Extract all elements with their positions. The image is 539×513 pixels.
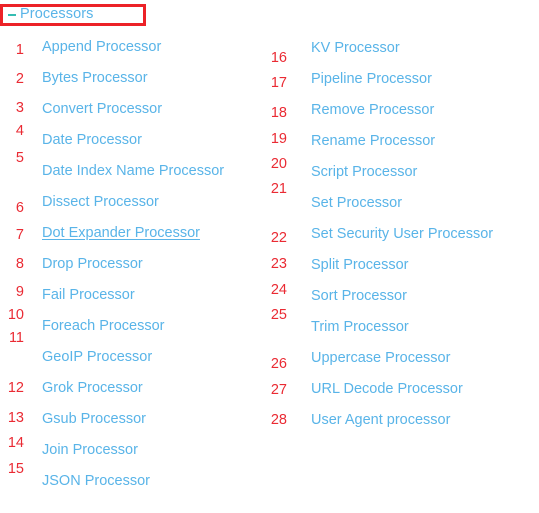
processor-link[interactable]: User Agent processor <box>311 413 450 428</box>
processor-link[interactable]: Sort Processor <box>311 289 407 304</box>
processor-link[interactable]: Set Processor <box>311 196 402 211</box>
list-item-number: 1 <box>15 42 24 58</box>
list-item-number: 26 <box>270 356 287 372</box>
list-item-number: 17 <box>270 75 287 91</box>
processor-link[interactable]: Bytes Processor <box>42 71 148 86</box>
list-item-number: 8 <box>15 256 24 272</box>
processor-link[interactable]: Date Processor <box>42 133 142 148</box>
processor-link[interactable]: Dot Expander Processor <box>42 226 200 241</box>
list-item-number: 6 <box>15 200 24 216</box>
processor-link[interactable]: Dissect Processor <box>42 195 159 210</box>
list-item-number: 12 <box>7 380 24 396</box>
processor-link[interactable]: Drop Processor <box>42 257 143 272</box>
list-item-number: 20 <box>270 156 287 172</box>
processor-link[interactable]: Date Index Name Processor <box>42 164 224 179</box>
processor-link[interactable]: Pipeline Processor <box>311 72 432 87</box>
list-item-number: 15 <box>7 461 24 477</box>
list-item-number: 13 <box>7 410 24 426</box>
list-item-number: 4 <box>15 123 24 139</box>
processor-link[interactable]: URL Decode Processor <box>311 382 463 397</box>
processor-link[interactable]: Rename Processor <box>311 134 435 149</box>
processor-link[interactable]: Convert Processor <box>42 102 162 117</box>
list-item-number: 5 <box>15 150 24 166</box>
processor-link[interactable]: GeoIP Processor <box>42 350 152 365</box>
list-item-number: 25 <box>270 307 287 323</box>
minus-icon[interactable] <box>4 7 20 23</box>
processor-link[interactable]: JSON Processor <box>42 474 150 489</box>
processors-page: Processors 1 Append Processor 2 Bytes Proce… <box>0 0 539 513</box>
processor-link[interactable]: Uppercase Processor <box>311 351 450 366</box>
list-item-number: 19 <box>270 131 287 147</box>
list-item-number: 23 <box>270 256 287 272</box>
processor-link[interactable]: Grok Processor <box>42 381 143 396</box>
processor-link[interactable]: Join Processor <box>42 443 138 458</box>
processor-link[interactable]: Trim Processor <box>311 320 409 335</box>
list-item-number: 24 <box>270 282 287 298</box>
processor-link[interactable]: Gsub Processor <box>42 412 146 427</box>
processor-link[interactable]: Foreach Processor <box>42 319 165 334</box>
list-item-number: 2 <box>15 71 24 87</box>
processor-link[interactable]: Append Processor <box>42 40 161 55</box>
list-item-number: 7 <box>15 227 24 243</box>
list-item-number: 27 <box>270 382 287 398</box>
processor-link[interactable]: Script Processor <box>311 165 417 180</box>
list-item-number: 16 <box>270 50 287 66</box>
list-item-number: 3 <box>15 100 24 116</box>
page-title: Processors <box>20 6 94 23</box>
list-item-number: 9 <box>15 284 24 300</box>
list-item-number: 22 <box>270 230 287 246</box>
list-item-number: 28 <box>270 412 287 428</box>
processor-link[interactable]: Remove Processor <box>311 103 434 118</box>
list-item-number: 18 <box>270 105 287 121</box>
processor-link[interactable]: Split Processor <box>311 258 409 273</box>
list-item-number: 21 <box>270 181 287 197</box>
list-item-number: 11 <box>8 330 24 346</box>
processor-link[interactable]: Set Security User Processor <box>311 227 493 242</box>
processors-section-header[interactable]: Processors <box>0 4 146 26</box>
processor-link[interactable]: KV Processor <box>311 41 400 56</box>
list-item-number: 10 <box>7 307 24 323</box>
processor-link[interactable]: Fail Processor <box>42 288 135 303</box>
list-item-number: 14 <box>7 435 24 451</box>
